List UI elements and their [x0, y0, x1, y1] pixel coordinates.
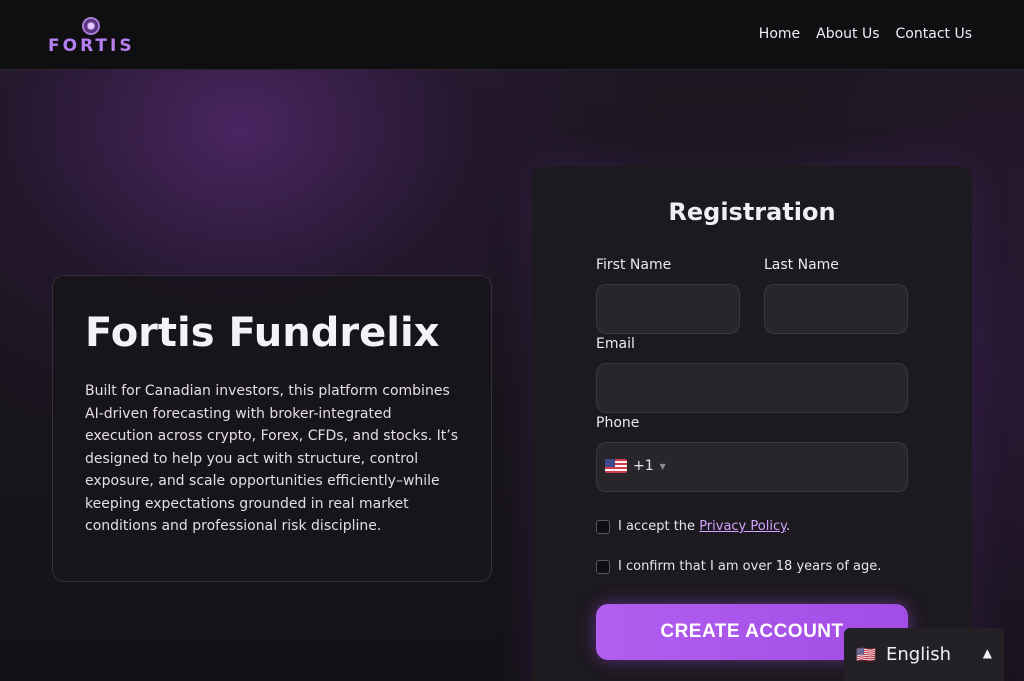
email-input[interactable] — [596, 363, 908, 413]
registration-form: Registration First Name Last Name Email … — [532, 166, 972, 681]
hero-description: Built for Canadian investors, this platf… — [85, 383, 459, 534]
hero-card: Fortis Fundrelix Built for Canadian inve… — [52, 275, 492, 582]
logo-text: FORTIS — [48, 36, 135, 56]
phone-label: Phone — [596, 415, 640, 431]
registration-title: Registration — [668, 198, 836, 226]
language-selector[interactable]: 🇺🇸 English ▲ — [844, 628, 1004, 681]
privacy-consent-text: I accept the Privacy Policy. — [618, 519, 790, 534]
last-name-label: Last Name — [764, 257, 839, 273]
phone-input[interactable]: +1 ▼ — [596, 442, 908, 492]
nav-contact-link[interactable]: Contact Us — [896, 24, 972, 44]
privacy-consent-row: I accept the Privacy Policy. — [596, 519, 790, 534]
privacy-checkbox[interactable] — [596, 519, 610, 534]
privacy-policy-link[interactable]: Privacy Policy — [699, 519, 786, 534]
age-confirm-row: I confirm that I am over 18 years of age… — [596, 559, 881, 574]
us-flag-icon: 🇺🇸 — [856, 645, 876, 664]
privacy-text: I accept the — [618, 519, 696, 534]
main-nav: Home About Us Contact Us — [759, 24, 972, 44]
logo-emblem-icon — [82, 17, 100, 35]
top-navbar: FORTIS Home About Us Contact Us — [0, 0, 1024, 70]
hero-title: Fortis Fundrelix — [85, 310, 440, 356]
phone-country-code: +1 — [633, 458, 654, 474]
nav-home-link[interactable]: Home — [759, 24, 800, 44]
brand-logo[interactable]: FORTIS — [48, 16, 138, 56]
age-confirm-text: I confirm that I am over 18 years of age… — [618, 559, 882, 574]
nav-about-link[interactable]: About Us — [816, 24, 879, 44]
language-label: English — [886, 644, 951, 665]
first-name-label: First Name — [596, 257, 672, 273]
us-flag-icon — [605, 459, 627, 473]
chevron-up-icon: ▲ — [982, 646, 992, 660]
privacy-suffix: . — [785, 519, 791, 534]
first-name-input[interactable] — [596, 284, 740, 334]
age-checkbox[interactable] — [596, 559, 610, 574]
email-label: Email — [596, 336, 635, 352]
phone-country-selector[interactable]: +1 ▼ — [605, 458, 666, 474]
caret-down-icon: ▼ — [659, 461, 666, 471]
last-name-input[interactable] — [764, 284, 908, 334]
